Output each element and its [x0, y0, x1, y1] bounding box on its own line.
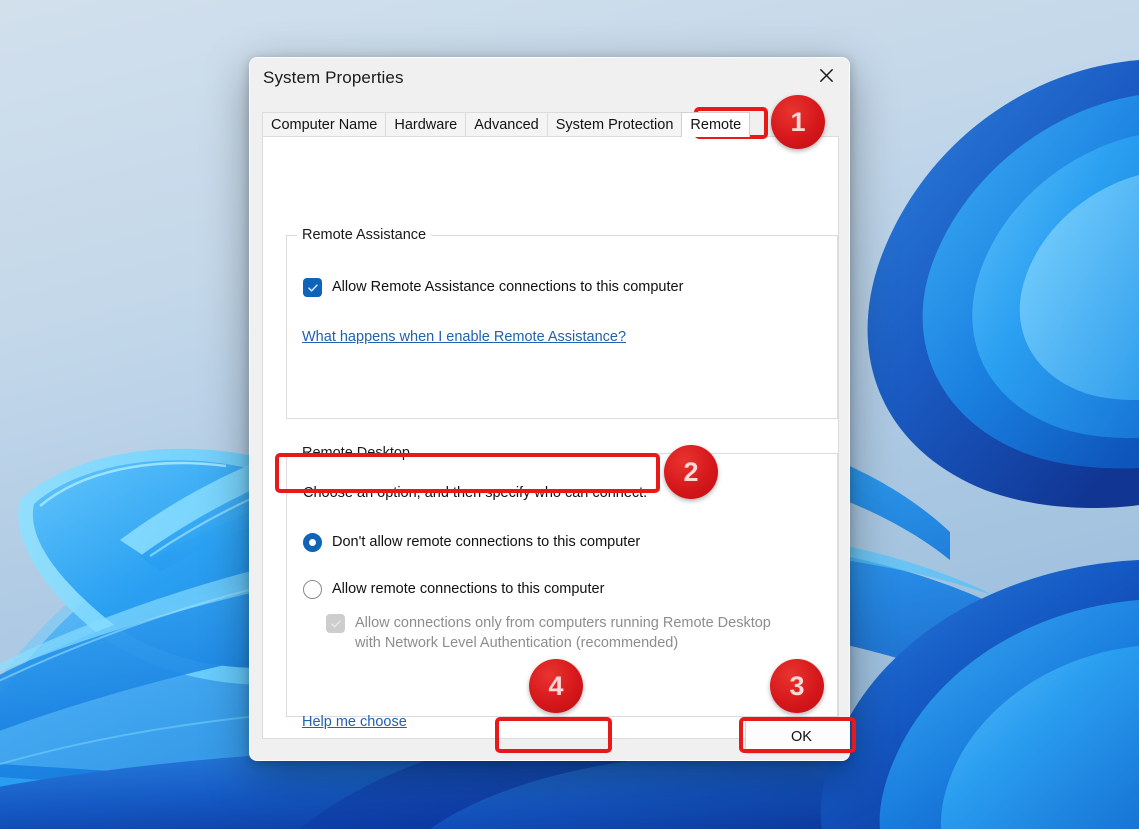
radio-selected-icon[interactable]	[303, 533, 322, 552]
desktop-background: System Properties Computer Name Hardware…	[0, 0, 1139, 829]
nla-checkbox-row: Allow connections only from computers ru…	[326, 613, 796, 653]
allow-remote-label: Allow remote connections to this compute…	[332, 581, 605, 597]
radio-unselected-icon[interactable]	[303, 580, 322, 599]
checkbox-checked-icon[interactable]	[303, 278, 322, 297]
help-me-choose-link[interactable]: Help me choose	[302, 714, 407, 730]
tab-hardware[interactable]: Hardware	[385, 112, 467, 137]
tab-system-protection[interactable]: System Protection	[546, 112, 683, 137]
dialog-title: System Properties	[263, 68, 404, 87]
what-happens-link[interactable]: What happens when I enable Remote Assist…	[302, 329, 626, 345]
system-properties-dialog: System Properties Computer Name Hardware…	[249, 57, 850, 761]
tab-advanced[interactable]: Advanced	[465, 112, 548, 137]
dont-allow-label: Don't allow remote connections to this c…	[332, 534, 641, 550]
allow-remote-radio-row[interactable]: Allow remote connections to this compute…	[303, 579, 604, 599]
dialog-titlebar: System Properties	[250, 58, 849, 102]
checkbox-disabled-icon	[326, 614, 345, 633]
remote-assistance-group: Remote Assistance	[286, 227, 838, 419]
close-icon[interactable]	[803, 58, 849, 92]
remote-desktop-legend: Remote Desktop	[297, 445, 415, 461]
nla-checkbox-label: Allow connections only from computers ru…	[355, 615, 771, 651]
remote-assistance-legend: Remote Assistance	[297, 227, 432, 243]
allow-remote-assistance-checkbox-row[interactable]: Allow Remote Assistance connections to t…	[303, 277, 683, 297]
tab-computer-name[interactable]: Computer Name	[262, 112, 387, 137]
remote-tab-pane: Remote Assistance Allow Remote Assistanc…	[262, 136, 839, 739]
ok-button[interactable]: OK	[745, 720, 849, 754]
tab-remote[interactable]: Remote	[681, 112, 751, 137]
dont-allow-radio-row[interactable]: Don't allow remote connections to this c…	[303, 532, 640, 552]
remote-desktop-instruction: Choose an option, and then specify who c…	[303, 485, 648, 501]
allow-remote-assistance-label: Allow Remote Assistance connections to t…	[332, 279, 684, 295]
tab-strip: Computer Name Hardware Advanced System P…	[262, 112, 751, 137]
